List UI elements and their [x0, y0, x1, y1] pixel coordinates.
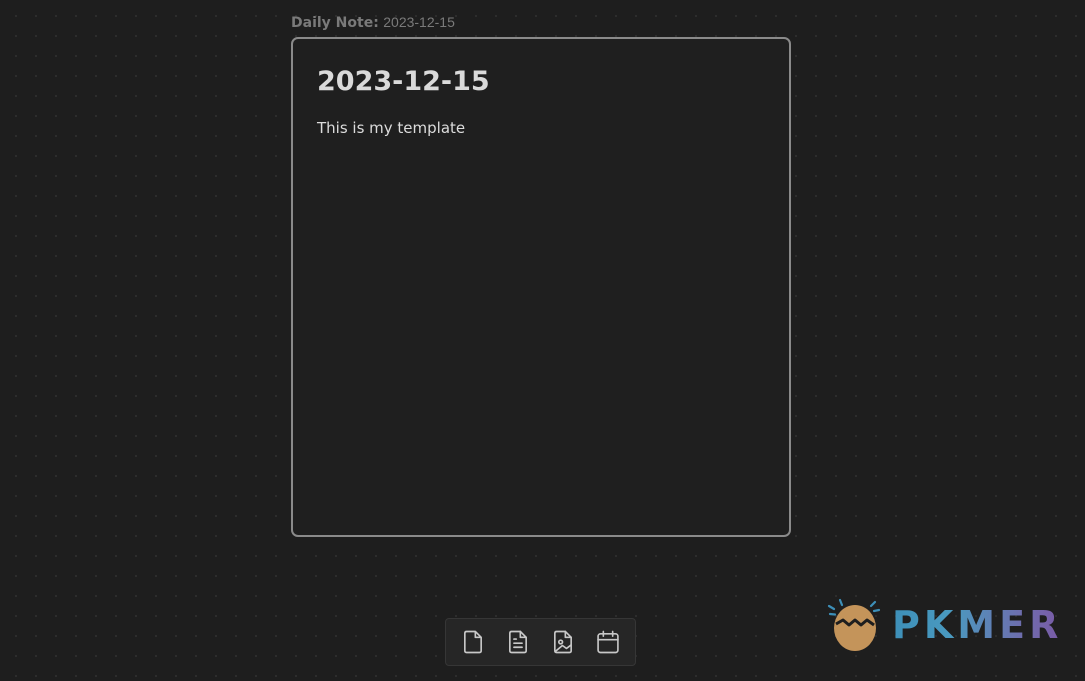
- pkmer-wordmark: PKMER: [892, 598, 1062, 652]
- add-note-from-vault-button[interactable]: [499, 623, 537, 661]
- add-media-button[interactable]: [544, 623, 582, 661]
- file-icon: [463, 630, 482, 654]
- add-daily-note-button[interactable]: [589, 623, 627, 661]
- daily-note-card[interactable]: 2023-12-15 This is my template: [291, 37, 791, 537]
- note-body: This is my template: [317, 119, 466, 137]
- canvas-view[interactable]: Daily Note: 2023-12-15 2023-12-15 This i…: [0, 0, 1085, 681]
- new-note-button[interactable]: [454, 623, 492, 661]
- node-label-key: Daily Note:: [291, 15, 379, 31]
- node-label: Daily Note: 2023-12-15: [291, 14, 455, 31]
- note-heading: 2023-12-15: [317, 66, 490, 97]
- file-image-icon: [554, 630, 573, 654]
- file-text-icon: [508, 630, 527, 654]
- pkmer-egg-logo: [827, 598, 881, 651]
- pkmer-watermark: PKMER: [826, 598, 1062, 652]
- node-label-value: 2023-12-15: [383, 14, 455, 30]
- calendar-icon: [597, 630, 620, 654]
- note-content: 2023-12-15 This is my template: [293, 39, 789, 163]
- canvas-toolbar: [445, 618, 636, 666]
